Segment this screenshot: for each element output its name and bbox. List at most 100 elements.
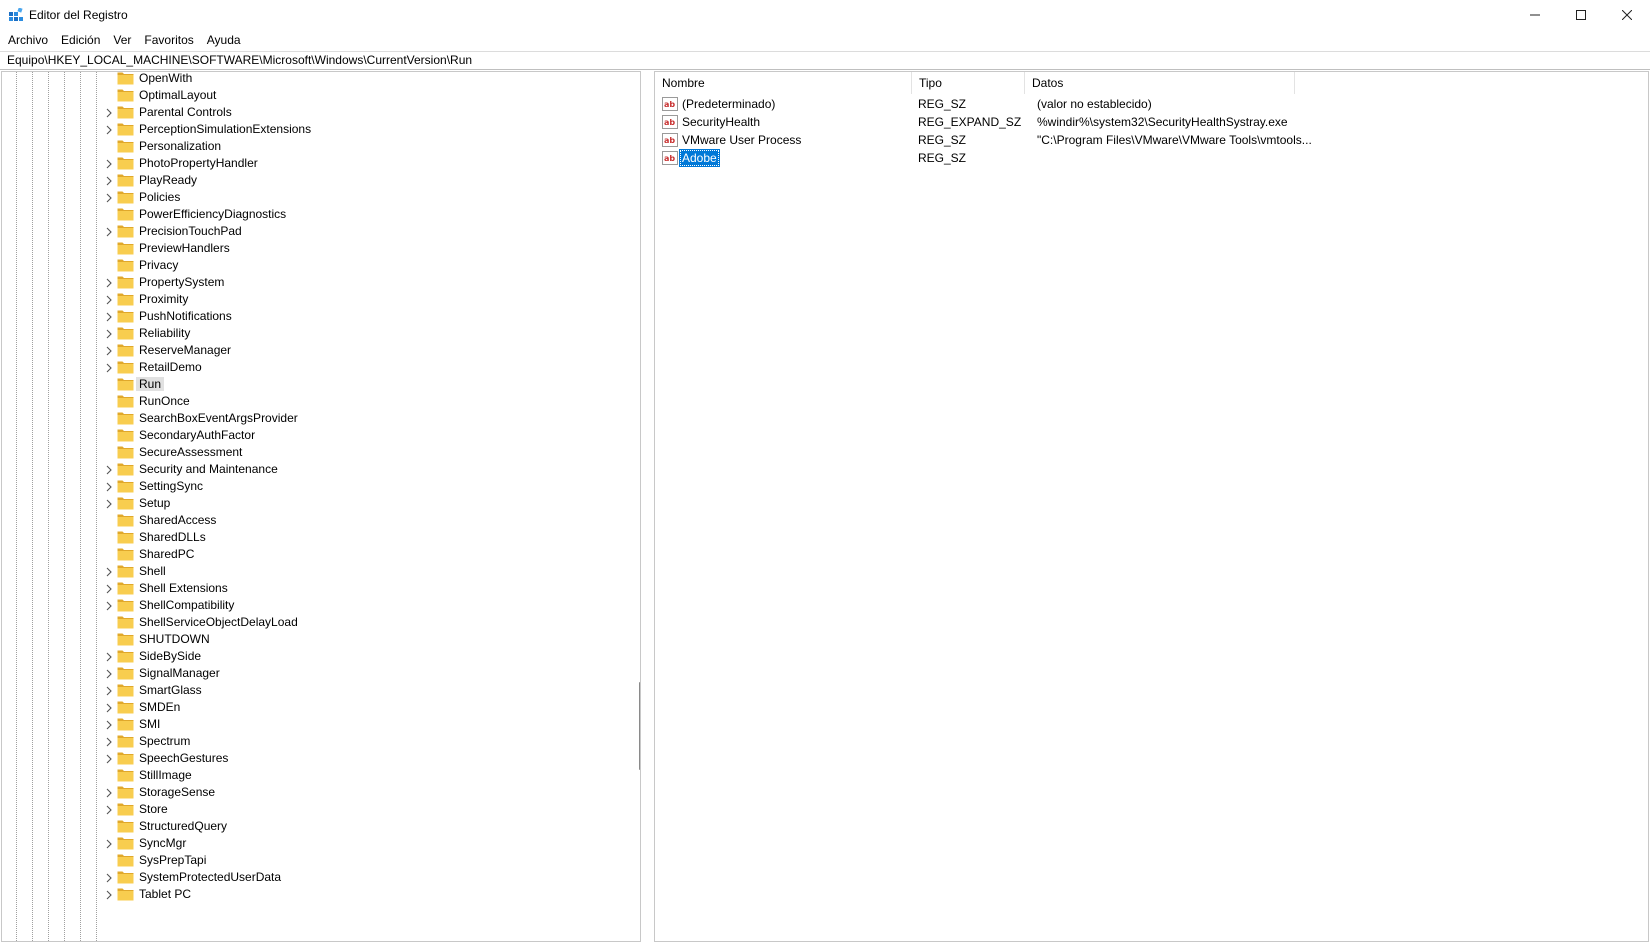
value-row[interactable]: ab SecurityHealth REG_EXPAND_SZ %windir%\sy… xyxy=(655,113,1648,131)
chevron-right-icon[interactable] xyxy=(105,107,113,118)
chevron-right-icon[interactable] xyxy=(105,600,113,611)
chevron-right-icon[interactable] xyxy=(105,175,113,186)
menu-ayuda[interactable]: Ayuda xyxy=(207,33,241,47)
menu-favoritos[interactable]: Favoritos xyxy=(144,33,193,47)
tree-item[interactable]: SignalManager xyxy=(2,664,622,682)
menu-edicion[interactable]: Edición xyxy=(61,33,100,47)
chevron-right-icon[interactable] xyxy=(105,158,113,169)
chevron-right-icon[interactable] xyxy=(105,804,113,815)
tree-item[interactable]: Shell Extensions xyxy=(2,579,622,597)
chevron-right-icon[interactable] xyxy=(105,685,113,696)
tree-item[interactable]: SpeechGestures xyxy=(2,749,622,767)
tree-item[interactable]: Proximity xyxy=(2,290,622,308)
tree-item[interactable]: StillImage xyxy=(2,766,622,784)
tree-item[interactable]: Tablet PC xyxy=(2,885,622,903)
chevron-right-icon[interactable] xyxy=(105,294,113,305)
tree-item[interactable]: SystemProtectedUserData xyxy=(2,868,622,886)
chevron-right-icon[interactable] xyxy=(105,838,113,849)
tree-item[interactable]: SideBySide xyxy=(2,647,622,665)
maximize-button[interactable] xyxy=(1558,0,1604,30)
chevron-right-icon[interactable] xyxy=(105,464,113,475)
chevron-right-icon[interactable] xyxy=(105,124,113,135)
minimize-button[interactable] xyxy=(1512,0,1558,30)
tree-item[interactable]: Security and Maintenance xyxy=(2,460,622,478)
menu-ver[interactable]: Ver xyxy=(113,33,131,47)
tree-scrollbar[interactable] xyxy=(634,72,640,941)
tree-item[interactable]: SecureAssessment xyxy=(2,443,622,461)
tree-item[interactable]: Setup xyxy=(2,494,622,512)
tree-item[interactable]: PhotoPropertyHandler xyxy=(2,154,622,172)
tree-item[interactable]: SharedPC xyxy=(2,545,622,563)
tree-item[interactable]: Reliability xyxy=(2,324,622,342)
chevron-right-icon[interactable] xyxy=(105,736,113,747)
tree-item[interactable]: Policies xyxy=(2,188,622,206)
tree-item[interactable]: PreviewHandlers xyxy=(2,239,622,257)
column-header-data[interactable]: Datos xyxy=(1025,72,1295,94)
chevron-right-icon[interactable] xyxy=(105,753,113,764)
tree-item[interactable]: RetailDemo xyxy=(2,358,622,376)
chevron-right-icon[interactable] xyxy=(105,889,113,900)
key-tree-pane[interactable]: OpenWith OptimalLayout Parental Controls Pe… xyxy=(1,71,641,942)
tree-item[interactable]: Parental Controls xyxy=(2,103,622,121)
chevron-right-icon[interactable] xyxy=(105,328,113,339)
chevron-right-icon[interactable] xyxy=(105,311,113,322)
tree-item[interactable]: Shell xyxy=(2,562,622,580)
tree-item[interactable]: PowerEfficiencyDiagnostics xyxy=(2,205,622,223)
tree-item[interactable]: Personalization xyxy=(2,137,622,155)
tree-item[interactable]: Run xyxy=(2,375,622,393)
values-pane[interactable]: Nombre Tipo Datos ab (Predeterminado) REG_… xyxy=(654,71,1649,942)
column-header-name[interactable]: Nombre xyxy=(655,72,912,94)
tree-item[interactable]: SMI xyxy=(2,715,622,733)
tree-item[interactable]: SecondaryAuthFactor xyxy=(2,426,622,444)
chevron-right-icon[interactable] xyxy=(105,277,113,288)
chevron-right-icon[interactable] xyxy=(105,481,113,492)
tree-item[interactable]: SharedDLLs xyxy=(2,528,622,546)
tree-item[interactable]: Spectrum xyxy=(2,732,622,750)
column-header-type[interactable]: Tipo xyxy=(912,72,1025,94)
value-row[interactable]: ab Adobe REG_SZ xyxy=(655,149,1648,167)
tree-item[interactable]: PlayReady xyxy=(2,171,622,189)
tree-item[interactable]: PrecisionTouchPad xyxy=(2,222,622,240)
address-bar[interactable]: Equipo\HKEY_LOCAL_MACHINE\SOFTWARE\Micro… xyxy=(0,51,1650,70)
tree-item[interactable]: ShellCompatibility xyxy=(2,596,622,614)
tree-item[interactable]: Store xyxy=(2,800,622,818)
value-row[interactable]: ab VMware User Process REG_SZ "C:\Program F… xyxy=(655,131,1648,149)
tree-item[interactable]: PerceptionSimulationExtensions xyxy=(2,120,622,138)
chevron-right-icon[interactable] xyxy=(105,566,113,577)
chevron-right-icon[interactable] xyxy=(105,702,113,713)
chevron-right-icon[interactable] xyxy=(105,498,113,509)
chevron-right-icon[interactable] xyxy=(105,226,113,237)
chevron-right-icon[interactable] xyxy=(105,668,113,679)
chevron-right-icon[interactable] xyxy=(105,719,113,730)
tree-item[interactable]: StorageSense xyxy=(2,783,622,801)
tree-item[interactable]: OptimalLayout xyxy=(2,86,622,104)
chevron-right-icon[interactable] xyxy=(105,787,113,798)
tree-scrollbar-thumb[interactable] xyxy=(639,682,640,770)
tree-item[interactable]: PushNotifications xyxy=(2,307,622,325)
tree-item[interactable]: StructuredQuery xyxy=(2,817,622,835)
tree-item[interactable]: SyncMgr xyxy=(2,834,622,852)
chevron-right-icon[interactable] xyxy=(105,345,113,356)
menu-archivo[interactable]: Archivo xyxy=(8,33,48,47)
chevron-right-icon[interactable] xyxy=(105,192,113,203)
chevron-right-icon[interactable] xyxy=(105,651,113,662)
tree-item[interactable]: SharedAccess xyxy=(2,511,622,529)
tree-item[interactable]: RunOnce xyxy=(2,392,622,410)
tree-item[interactable]: SHUTDOWN xyxy=(2,630,622,648)
tree-item[interactable]: SearchBoxEventArgsProvider xyxy=(2,409,622,427)
tree-item[interactable]: PropertySystem xyxy=(2,273,622,291)
chevron-right-icon[interactable] xyxy=(105,362,113,373)
value-row[interactable]: ab (Predeterminado) REG_SZ (valor no establ… xyxy=(655,95,1648,113)
tree-item[interactable]: ReserveManager xyxy=(2,341,622,359)
tree-item[interactable]: ShellServiceObjectDelayLoad xyxy=(2,613,622,631)
tree-item[interactable]: SettingSync xyxy=(2,477,622,495)
tree-item[interactable]: SmartGlass xyxy=(2,681,622,699)
chevron-right-icon[interactable] xyxy=(105,583,113,594)
close-button[interactable] xyxy=(1604,0,1650,30)
tree-item[interactable]: Privacy xyxy=(2,256,622,274)
tree-item[interactable]: SysPrepTapi xyxy=(2,851,622,869)
tree-item[interactable]: OpenWith xyxy=(2,72,622,87)
chevron-right-icon[interactable] xyxy=(105,872,113,883)
tree-item[interactable]: SMDEn xyxy=(2,698,622,716)
tree-item-label: StructuredQuery xyxy=(139,819,228,833)
